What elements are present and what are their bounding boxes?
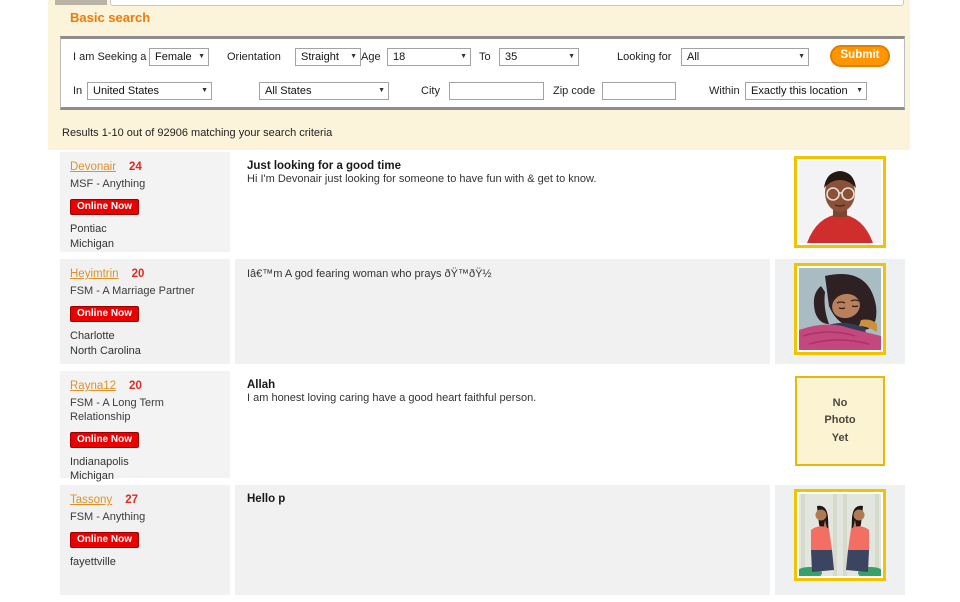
result-row: Tassony 27 FSM - Anything Online Now fay…	[60, 485, 905, 595]
seeking-text: FSM - A Long Term Relationship	[70, 397, 220, 425]
city-input[interactable]	[449, 82, 544, 100]
top-tab-fragment	[55, 0, 107, 5]
state-select[interactable]: All States ▼	[259, 82, 389, 100]
no-photo-placeholder[interactable]: No Photo Yet	[795, 376, 885, 466]
chevron-down-icon: ▼	[201, 82, 208, 100]
city-text: fayettville	[70, 555, 220, 570]
state-text: Michigan	[70, 469, 220, 484]
submit-button[interactable]: Submit	[830, 45, 890, 67]
photo-illustration	[799, 494, 881, 576]
age-label: Age	[361, 48, 381, 66]
seeking-select-value: Female	[155, 48, 192, 66]
chevron-down-icon: ▼	[460, 48, 467, 66]
orientation-select[interactable]: Straight ▼	[295, 48, 361, 66]
online-now-badge: Online Now	[70, 432, 139, 448]
seeking-text: MSF - Anything	[70, 178, 220, 192]
orientation-label: Orientation	[227, 48, 281, 66]
page-title: Basic search	[70, 10, 150, 25]
result-row: Devonair 24 MSF - Anything Online Now Po…	[60, 152, 905, 252]
state-text: Michigan	[70, 237, 220, 252]
photo-illustration	[799, 161, 881, 243]
result-row: Rayna12 20 FSM - A Long Term Relationshi…	[60, 371, 905, 478]
state-value: All States	[265, 82, 311, 100]
age-from-value: 18	[393, 48, 405, 66]
online-now-badge: Online Now	[70, 532, 139, 548]
profile-summary: Hello p	[235, 485, 770, 595]
online-now-badge: Online Now	[70, 199, 139, 215]
profile-photo-woman-lying[interactable]	[794, 263, 886, 355]
chevron-down-icon: ▼	[856, 82, 863, 100]
zip-input[interactable]	[602, 82, 676, 100]
seeking-label: I am Seeking a	[73, 48, 146, 66]
age-value: 20	[132, 268, 145, 280]
age-from-select[interactable]: 18 ▼	[387, 48, 471, 66]
photo-illustration	[799, 268, 881, 350]
profile-summary: Just looking for a good time Hi I'm Devo…	[235, 152, 770, 252]
city-text: Charlotte	[70, 329, 220, 344]
chevron-down-icon: ▼	[568, 48, 575, 66]
to-label: To	[479, 48, 491, 66]
headline-text: Hello p	[247, 493, 758, 505]
profile-summary: Allah I am honest loving caring have a g…	[235, 371, 770, 478]
profile-summary: Iâ€™m A god fearing woman who prays ðŸ™ð…	[235, 259, 770, 364]
country-select[interactable]: United States ▼	[87, 82, 212, 100]
chevron-down-icon: ▼	[378, 82, 385, 100]
seeking-select[interactable]: Female ▼	[149, 48, 209, 66]
photo-column	[775, 259, 905, 364]
photo-column: No Photo Yet	[775, 371, 905, 478]
within-value: Exactly this location	[751, 82, 848, 100]
country-value: United States	[93, 82, 159, 100]
description-text: Hi I'm Devonair just looking for someone…	[247, 173, 758, 185]
profile-photo-woman-mirrored[interactable]	[794, 489, 886, 581]
seeking-text: FSM - Anything	[70, 511, 220, 525]
online-now-badge: Online Now	[70, 306, 139, 322]
description-text: I am honest loving caring have a good he…	[247, 392, 758, 404]
username-link[interactable]: Rayna12	[70, 380, 119, 392]
results-list: Devonair 24 MSF - Anything Online Now Po…	[60, 152, 905, 602]
looking-for-value: All	[687, 48, 699, 66]
in-label: In	[73, 82, 82, 100]
profile-info: Rayna12 20 FSM - A Long Term Relationshi…	[60, 371, 230, 478]
seeking-text: FSM - A Marriage Partner	[70, 285, 220, 299]
age-value: 20	[129, 380, 142, 392]
username-link[interactable]: Devonair	[70, 161, 119, 173]
result-row: Heyimtrin 20 FSM - A Marriage Partner On…	[60, 259, 905, 364]
looking-for-label: Looking for	[617, 48, 671, 66]
username-link[interactable]: Tassony	[70, 494, 115, 506]
chevron-down-icon: ▼	[350, 48, 357, 66]
chevron-down-icon: ▼	[798, 48, 805, 66]
looking-for-select[interactable]: All ▼	[681, 48, 809, 66]
headline-text: Just looking for a good time	[247, 160, 758, 172]
profile-photo-man-red-hoodie[interactable]	[794, 156, 886, 248]
top-panel-fragment	[110, 0, 904, 6]
within-select[interactable]: Exactly this location ▼	[745, 82, 867, 100]
age-to-select[interactable]: 35 ▼	[499, 48, 579, 66]
city-label: City	[421, 82, 440, 100]
profile-info: Devonair 24 MSF - Anything Online Now Po…	[60, 152, 230, 252]
age-value: 24	[129, 161, 142, 173]
state-text: North Carolina	[70, 344, 220, 359]
results-summary: Results 1-10 out of 92906 matching your …	[62, 127, 332, 139]
profile-info: Heyimtrin 20 FSM - A Marriage Partner On…	[60, 259, 230, 364]
city-text: Pontiac	[70, 222, 220, 237]
description-text: Iâ€™m A god fearing woman who prays ðŸ™ð…	[247, 268, 758, 280]
chevron-down-icon: ▼	[198, 48, 205, 66]
age-to-value: 35	[505, 48, 517, 66]
within-label: Within	[709, 82, 740, 100]
zip-label: Zip code	[553, 82, 595, 100]
headline-text: Allah	[247, 379, 758, 391]
profile-info: Tassony 27 FSM - Anything Online Now fay…	[60, 485, 230, 595]
age-value: 27	[125, 494, 138, 506]
city-text: Indianapolis	[70, 455, 220, 470]
username-link[interactable]: Heyimtrin	[70, 268, 122, 280]
basic-search-form: I am Seeking a Female ▼ Orientation Strai…	[60, 36, 905, 110]
orientation-select-value: Straight	[301, 48, 339, 66]
photo-column	[775, 152, 905, 252]
photo-column	[775, 485, 905, 595]
